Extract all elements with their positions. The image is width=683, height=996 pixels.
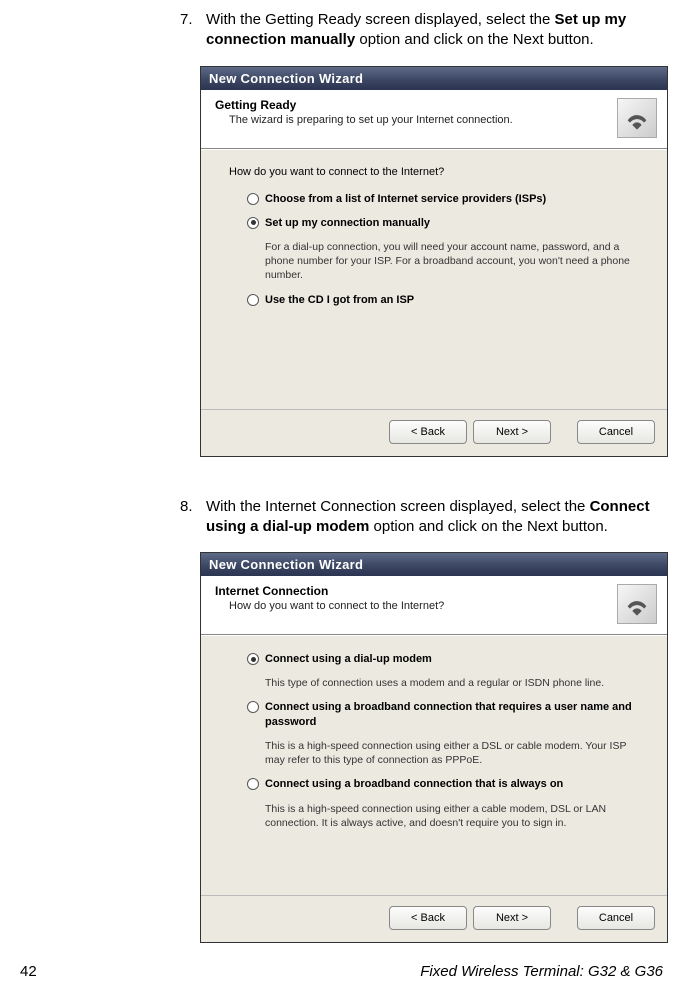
back-button[interactable]: < Back: [389, 420, 467, 444]
step-number: 7.: [180, 10, 206, 51]
wizard-header: Getting Ready The wizard is preparing to…: [201, 90, 667, 149]
option-use-cd[interactable]: Use the CD I got from an ISP: [247, 293, 645, 307]
step-number: 8.: [180, 497, 206, 538]
header-title: Getting Ready: [215, 98, 607, 112]
wizard-getting-ready: New Connection Wizard Getting Ready The …: [200, 66, 668, 457]
option-broadband-always[interactable]: Connect using a broadband connection tha…: [247, 777, 645, 791]
back-button[interactable]: < Back: [389, 906, 467, 930]
radio-icon[interactable]: [247, 217, 259, 229]
body-question: How do you want to connect to the Intern…: [229, 166, 645, 178]
radio-icon[interactable]: [247, 778, 259, 790]
wizard-header: Internet Connection How do you want to c…: [201, 576, 667, 635]
option-manual[interactable]: Set up my connection manually: [247, 216, 645, 230]
page-footer: 42 Fixed Wireless Terminal: G32 & G36: [20, 963, 663, 980]
radio-icon[interactable]: [247, 294, 259, 306]
next-button[interactable]: Next >: [473, 420, 551, 444]
titlebar: New Connection Wizard: [201, 553, 667, 576]
wizard-footer: < Back Next > Cancel: [201, 409, 667, 456]
option-desc: This is a high-speed connection using ei…: [265, 802, 645, 830]
wizard-footer: < Back Next > Cancel: [201, 895, 667, 942]
titlebar: New Connection Wizard: [201, 67, 667, 90]
step-text-post: option and click on the Next button.: [369, 518, 607, 535]
wizard-internet-connection: New Connection Wizard Internet Connectio…: [200, 552, 668, 943]
header-subtitle: How do you want to connect to the Intern…: [229, 600, 607, 612]
step-text: With the Internet Connection screen disp…: [206, 497, 653, 538]
connection-icon: [617, 98, 657, 138]
header-subtitle: The wizard is preparing to set up your I…: [229, 114, 607, 126]
option-label: Use the CD I got from an ISP: [265, 293, 414, 307]
wizard-body: How do you want to connect to the Intern…: [201, 149, 667, 409]
radio-icon[interactable]: [247, 653, 259, 665]
option-dialup[interactable]: Connect using a dial-up modem: [247, 652, 645, 666]
option-broadband-auth[interactable]: Connect using a broadband connection tha…: [247, 700, 645, 729]
radio-icon[interactable]: [247, 701, 259, 713]
option-desc: This type of connection uses a modem and…: [265, 676, 645, 690]
header-title: Internet Connection: [215, 584, 607, 598]
step-8: 8. With the Internet Connection screen d…: [180, 497, 653, 538]
option-desc: For a dial-up connection, you will need …: [265, 240, 645, 283]
step-text-pre: With the Getting Ready screen displayed,…: [206, 11, 555, 28]
radio-icon[interactable]: [247, 193, 259, 205]
wizard-body: Connect using a dial-up modem This type …: [201, 635, 667, 895]
step-text: With the Getting Ready screen displayed,…: [206, 10, 653, 51]
next-button[interactable]: Next >: [473, 906, 551, 930]
page-number: 42: [20, 963, 37, 980]
option-label: Set up my connection manually: [265, 216, 430, 230]
option-desc: This is a high-speed connection using ei…: [265, 739, 645, 767]
step-text-post: option and click on the Next button.: [355, 31, 593, 48]
cancel-button[interactable]: Cancel: [577, 420, 655, 444]
option-label: Connect using a broadband connection tha…: [265, 700, 645, 729]
cancel-button[interactable]: Cancel: [577, 906, 655, 930]
option-isp-list[interactable]: Choose from a list of Internet service p…: [247, 192, 645, 206]
connection-icon: [617, 584, 657, 624]
option-label: Connect using a dial-up modem: [265, 652, 432, 666]
step-text-pre: With the Internet Connection screen disp…: [206, 498, 590, 515]
option-label: Choose from a list of Internet service p…: [265, 192, 546, 206]
option-label: Connect using a broadband connection tha…: [265, 777, 563, 791]
manual-title: Fixed Wireless Terminal: G32 & G36: [420, 963, 663, 980]
step-7: 7. With the Getting Ready screen display…: [180, 10, 653, 51]
